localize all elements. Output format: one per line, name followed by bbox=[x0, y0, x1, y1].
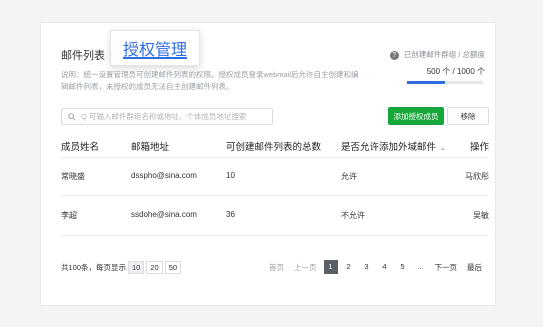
page-2[interactable]: 2 bbox=[342, 260, 356, 274]
help-icon[interactable]: ? bbox=[389, 50, 399, 60]
quota-progress-bar bbox=[407, 81, 483, 84]
quota-label: 已创建邮件群组 / 总额度 bbox=[403, 50, 485, 59]
first-page-link[interactable]: 首页 bbox=[269, 262, 284, 273]
add-authorized-member-button[interactable]: 添加授权成员 bbox=[388, 107, 444, 125]
active-tab-underline bbox=[123, 57, 187, 59]
page-size-10[interactable]: 10 bbox=[128, 261, 145, 274]
cell-name: 常晓盛 bbox=[61, 172, 85, 181]
search-box[interactable] bbox=[61, 108, 273, 125]
quota-progress-fill bbox=[407, 81, 445, 84]
header-external-filter[interactable]: 是否允许添加外域邮件 ⌄ bbox=[341, 139, 446, 153]
chevron-down-icon[interactable]: ⌄ bbox=[440, 145, 446, 152]
header-list-count: 可创建邮件列表的总数 bbox=[226, 142, 322, 153]
page-ellipsis: ... bbox=[417, 262, 424, 271]
quota-numbers: 500 个 / 1000 个 bbox=[426, 67, 485, 76]
page-3[interactable]: 3 bbox=[360, 260, 374, 274]
row-divider bbox=[61, 235, 489, 236]
total-label: 共100条，每页显示 bbox=[61, 263, 127, 272]
search-icon bbox=[68, 112, 76, 121]
cell-email: ssdohe@sina.com bbox=[131, 210, 197, 219]
page-size-50[interactable]: 50 bbox=[164, 261, 182, 274]
cell-external: 不允许 bbox=[341, 211, 365, 220]
page-1[interactable]: 1 bbox=[323, 260, 338, 274]
cell-email: dsspho@sina.com bbox=[131, 171, 197, 180]
prev-page-link[interactable]: 上一页 bbox=[294, 262, 317, 273]
cell-action-link[interactable]: 马欣彤 bbox=[465, 171, 489, 182]
table-row: 常晓盛 dsspho@sina.com 10 允许 马欣彤 bbox=[61, 171, 489, 185]
cell-count: 10 bbox=[226, 171, 235, 180]
row-divider bbox=[61, 195, 489, 196]
last-page-link[interactable]: 最后 bbox=[467, 262, 482, 273]
page-5[interactable]: 5 bbox=[396, 260, 410, 274]
search-input[interactable] bbox=[81, 112, 261, 121]
table-header: 成员姓名 邮箱地址 可创建邮件列表的总数 是否允许添加外域邮件 ⌄ 操作 bbox=[61, 139, 489, 155]
header-external-label: 是否允许添加外域邮件 bbox=[341, 142, 437, 153]
header-name: 成员姓名 bbox=[61, 142, 100, 153]
table-row: 李超 ssdohe@sina.com 36 不允许 吴敏 bbox=[61, 210, 489, 224]
remove-button[interactable]: 移除 bbox=[447, 107, 489, 125]
pagination: 首页 上一页 1 2 3 4 5 ... 下一页 最后 bbox=[264, 260, 487, 274]
cell-count: 36 bbox=[226, 210, 235, 219]
quota-panel: ? 已创建邮件群组 / 总额度 500 个 / 1000 个 bbox=[375, 49, 485, 84]
next-page-link[interactable]: 下一页 bbox=[435, 262, 458, 273]
cell-external: 允许 bbox=[341, 172, 357, 181]
header-divider bbox=[61, 157, 489, 158]
description-text: 说明：统一设置管理员可创建邮件列表的权限。授权成员登录webmail后允许自主创… bbox=[61, 70, 359, 91]
page-size-selector: 共100条，每页显示 10 20 50 bbox=[61, 261, 182, 274]
tab-authorized[interactable]: 授权管理 bbox=[110, 30, 200, 66]
header-email: 邮箱地址 bbox=[131, 142, 170, 153]
main-card: 邮件列表 授权管理 说明：统一设置管理员可创建邮件列表的权限。授权成员登录web… bbox=[40, 22, 496, 306]
header-action: 操作 bbox=[469, 142, 489, 153]
tab-mail-list[interactable]: 邮件列表 bbox=[61, 47, 105, 63]
page-4[interactable]: 4 bbox=[378, 260, 392, 274]
cell-name: 李超 bbox=[61, 211, 77, 220]
cell-action-link[interactable]: 吴敏 bbox=[473, 210, 489, 221]
page-size-20[interactable]: 20 bbox=[146, 261, 163, 274]
